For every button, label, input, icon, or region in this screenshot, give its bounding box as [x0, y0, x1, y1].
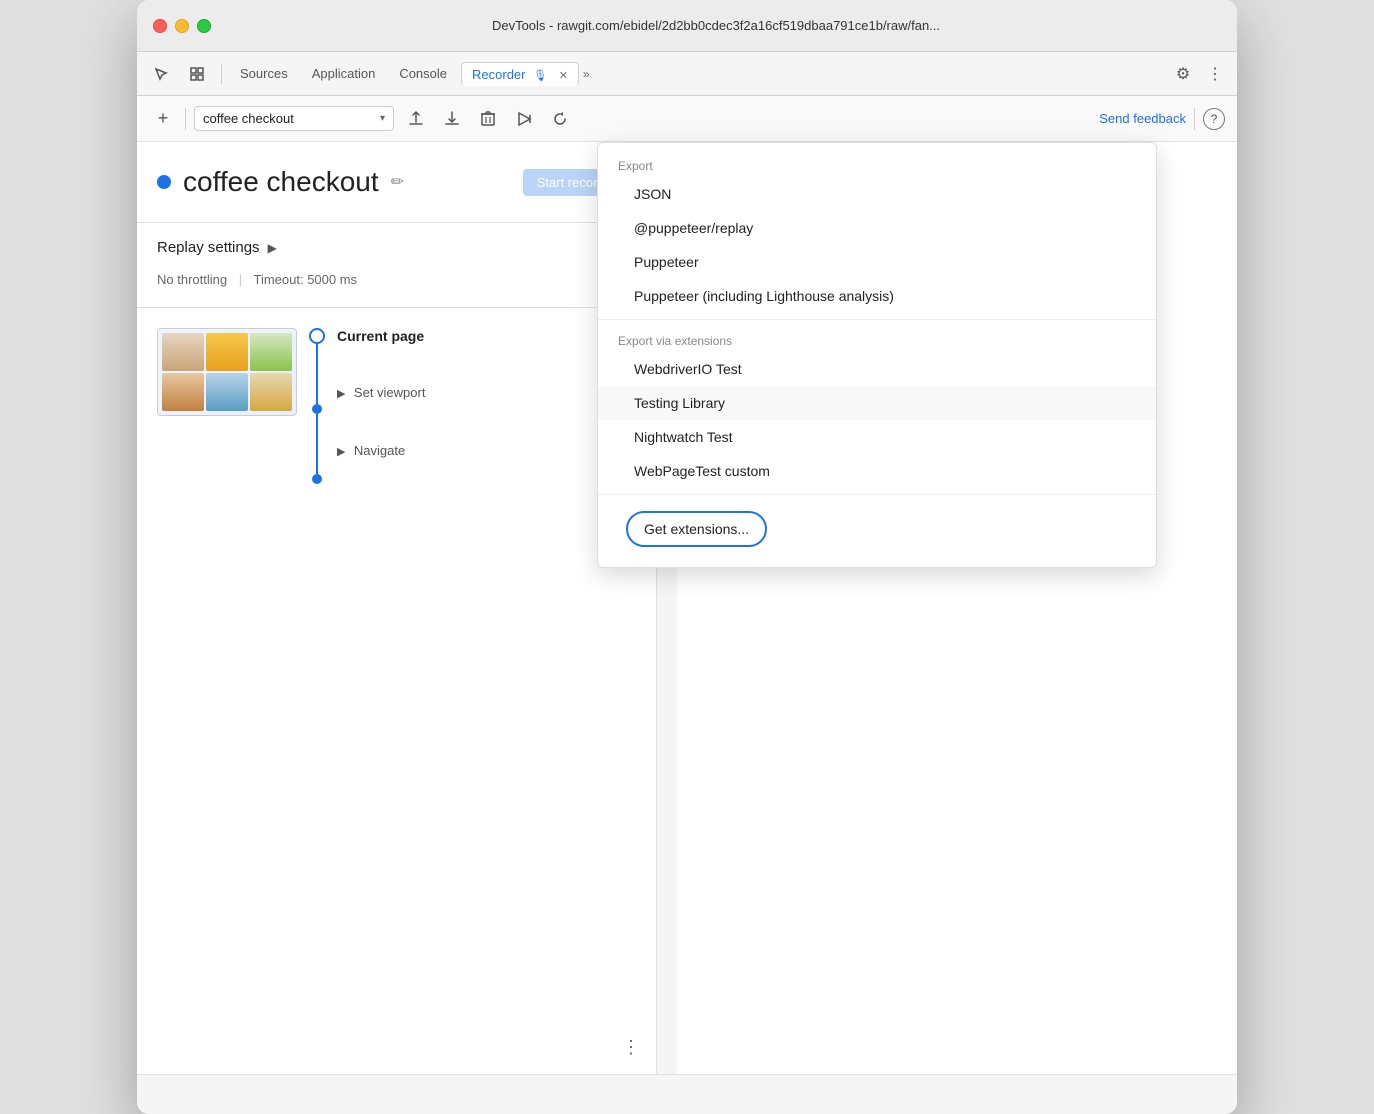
settings-divider: | [239, 272, 242, 287]
recording-status-dot [157, 175, 171, 189]
tab-recorder[interactable]: Recorder 🎙 ✕ [461, 62, 579, 86]
current-page-row: Current page ▶ Set viewport ▶ Navigate [157, 328, 636, 484]
coffee-item-3 [250, 333, 292, 371]
main-content: coffee checkout ✏ Start recording Replay… [137, 142, 1237, 1074]
coffee-item-2 [206, 333, 248, 371]
recording-title: coffee checkout [183, 166, 379, 198]
export-puppeteer-replay-item[interactable]: @puppeteer/replay [598, 211, 1156, 245]
export-extensions-header: Export via extensions [598, 326, 1156, 352]
panel-divider-2 [137, 307, 656, 308]
get-extensions-button[interactable]: Get extensions... [626, 511, 767, 547]
coffee-item-5 [206, 373, 248, 411]
export-webdriverio-item[interactable]: WebdriverIO Test [598, 352, 1156, 386]
replay-settings-row[interactable]: Replay settings ▶ [157, 223, 636, 272]
timeout-label: Timeout: 5000 ms [254, 272, 358, 287]
coffee-grid [158, 329, 296, 415]
timeline-line-2 [316, 414, 318, 474]
send-feedback-link[interactable]: Send feedback [1099, 111, 1186, 126]
timeline-dot-2 [312, 474, 322, 484]
upload-button[interactable] [402, 105, 430, 133]
add-recording-button[interactable]: + [149, 105, 177, 133]
coffee-item-4 [162, 373, 204, 411]
recorder-icon: 🎙 [533, 70, 547, 82]
export-puppeteer-item[interactable]: Puppeteer [598, 245, 1156, 279]
recording-selector[interactable]: coffee checkout ▾ [194, 106, 394, 131]
play-button[interactable] [510, 105, 538, 133]
tab-application[interactable]: Application [302, 62, 386, 85]
tab-close-icon[interactable]: ✕ [559, 70, 568, 82]
selected-recording-name: coffee checkout [203, 111, 374, 126]
download-button[interactable] [438, 105, 466, 133]
export-section-header: Export [598, 151, 1156, 177]
title-bar: DevTools - rawgit.com/ebidel/2d2bb0cdec3… [137, 0, 1237, 52]
navigate-label: Navigate [354, 443, 405, 458]
maximize-button[interactable] [197, 19, 211, 33]
screenshot-thumbnail [157, 328, 297, 416]
selector-chevron-icon: ▾ [380, 113, 385, 124]
coffee-item-1 [162, 333, 204, 371]
tab-bar: Sources Application Console Recorder 🎙 ✕… [137, 52, 1237, 96]
step-arrow-icon: ▶ [337, 388, 345, 400]
devtools-window: DevTools - rawgit.com/ebidel/2d2bb0cdec3… [137, 0, 1237, 1114]
coffee-item-6 [250, 373, 292, 411]
replay-button[interactable] [546, 105, 574, 133]
toolbar-separator-2 [1194, 108, 1195, 130]
settings-icon[interactable]: ⚙ [1169, 60, 1197, 88]
timeline-dot-1 [312, 404, 322, 414]
timeline-line-1 [316, 344, 318, 404]
minimize-button[interactable] [175, 19, 189, 33]
recording-title-row: coffee checkout ✏ Start recording [157, 166, 636, 198]
settings-detail: No throttling | Timeout: 5000 ms [157, 272, 636, 287]
export-json-item[interactable]: JSON [598, 177, 1156, 211]
more-options-icon[interactable]: ⋮ [1201, 60, 1229, 88]
help-button[interactable]: ? [1203, 108, 1225, 130]
toolbar-separator-1 [185, 108, 186, 130]
step-content: Current page ▶ Set viewport ▶ Navigate [337, 328, 636, 460]
current-page-title: Current page [337, 328, 636, 344]
toolbar: + coffee checkout ▾ [137, 96, 1237, 142]
traffic-lights [153, 19, 211, 33]
export-menu-divider [598, 319, 1156, 320]
close-button[interactable] [153, 19, 167, 33]
timeline-area: Current page ▶ Set viewport ▶ Navigate [157, 328, 636, 484]
tab-console[interactable]: Console [389, 62, 457, 85]
export-dropdown: Export JSON @puppeteer/replay Puppeteer … [597, 142, 1157, 568]
more-actions-button[interactable]: ⋮ [622, 1037, 640, 1058]
inspect-icon[interactable] [181, 58, 213, 90]
bottom-bar [137, 1074, 1237, 1114]
navigate-arrow-icon: ▶ [337, 446, 345, 458]
export-puppeteer-lighthouse-item[interactable]: Puppeteer (including Lighthouse analysis… [598, 279, 1156, 313]
tab-sources[interactable]: Sources [230, 62, 298, 85]
timeline-circle-1 [309, 328, 325, 344]
export-nightwatch-item[interactable]: Nightwatch Test [598, 420, 1156, 454]
replay-settings-arrow: ▶ [268, 241, 277, 255]
edit-title-icon[interactable]: ✏ [391, 172, 404, 192]
set-viewport-step[interactable]: ▶ Set viewport [337, 384, 636, 402]
window-title: DevTools - rawgit.com/ebidel/2d2bb0cdec3… [211, 18, 1221, 33]
no-throttling-label: No throttling [157, 272, 227, 287]
more-tabs-icon[interactable]: » [583, 67, 590, 81]
set-viewport-label: Set viewport [354, 385, 426, 400]
cursor-icon[interactable] [145, 58, 177, 90]
export-testing-library-item[interactable]: Testing Library [598, 386, 1156, 420]
replay-settings-label: Replay settings [157, 239, 260, 256]
left-panel: coffee checkout ✏ Start recording Replay… [137, 142, 657, 1074]
navigate-step[interactable]: ▶ Navigate [337, 442, 636, 460]
tab-separator-1 [221, 64, 222, 84]
delete-button[interactable] [474, 105, 502, 133]
export-webpagetest-item[interactable]: WebPageTest custom [598, 454, 1156, 488]
extensions-divider [598, 494, 1156, 495]
